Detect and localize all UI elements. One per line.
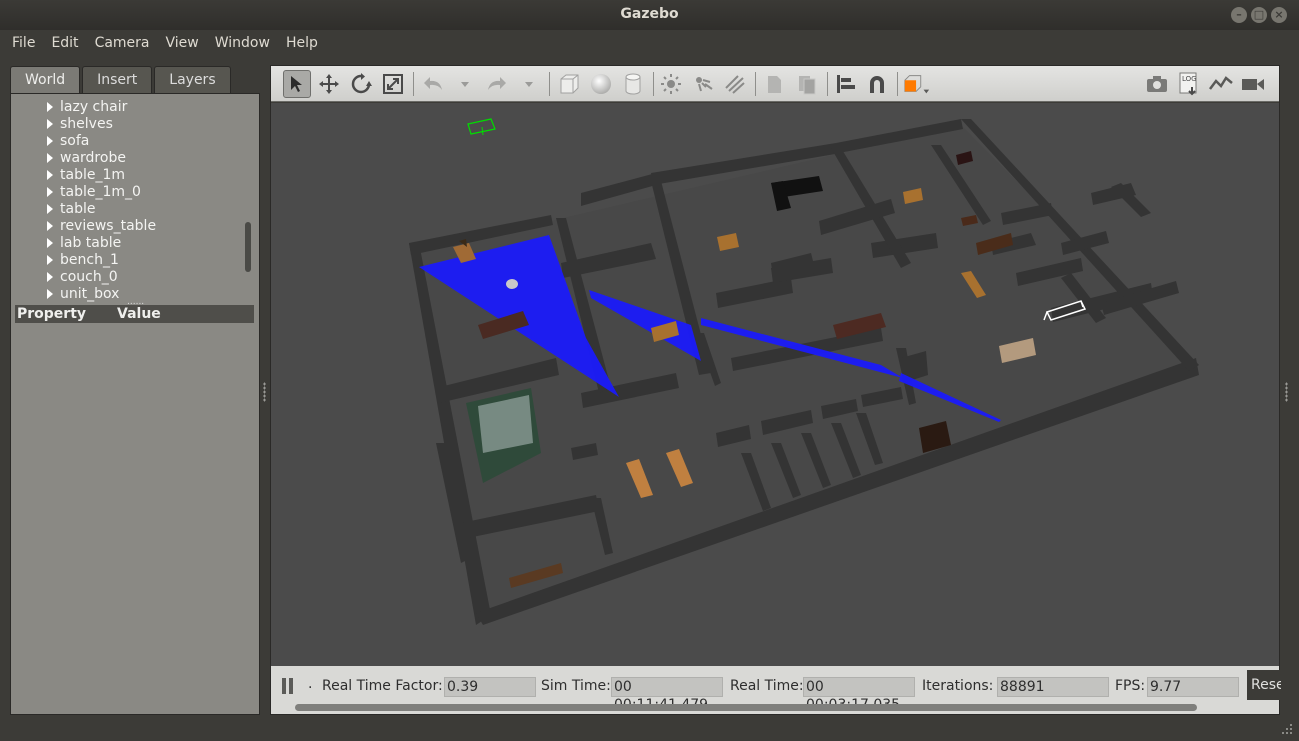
copy-icon[interactable] bbox=[761, 70, 789, 98]
directional-light-icon[interactable] bbox=[721, 70, 749, 98]
menu-help[interactable]: Help bbox=[278, 30, 326, 57]
fps-value: 9.77 bbox=[1147, 677, 1239, 697]
tree-item[interactable]: sofa bbox=[47, 132, 89, 149]
toolbar-separator bbox=[549, 72, 550, 96]
sim-time-value: 00 00:11:41.479 bbox=[611, 677, 723, 713]
title-bar: Gazebo – □ × bbox=[0, 0, 1299, 30]
menu-edit[interactable]: Edit bbox=[43, 30, 86, 57]
expand-arrow-icon[interactable] bbox=[47, 220, 53, 231]
redo-history-icon[interactable] bbox=[515, 70, 543, 98]
fps-label: FPS: bbox=[1115, 678, 1146, 694]
expand-arrow-icon[interactable] bbox=[47, 254, 53, 265]
magnet-icon[interactable] bbox=[863, 70, 891, 98]
video-icon[interactable] bbox=[1239, 70, 1267, 98]
toolbar-separator bbox=[755, 72, 756, 96]
tab-world[interactable]: World bbox=[10, 66, 81, 93]
spot-light-icon[interactable] bbox=[689, 70, 717, 98]
tree-item[interactable]: shelves bbox=[47, 115, 113, 132]
undo-history-icon[interactable] bbox=[451, 70, 479, 98]
box-icon[interactable] bbox=[555, 70, 583, 98]
window-title: Gazebo bbox=[620, 6, 679, 22]
paste-icon[interactable] bbox=[793, 70, 821, 98]
scene-panel: LOG . Real Time Factor: 0.39 Sim Time: 0… bbox=[270, 65, 1281, 715]
resize-grip-icon[interactable] bbox=[1281, 723, 1293, 735]
real-time-value: 00 00:03:17.035 bbox=[803, 677, 915, 713]
tree-item[interactable]: couch_0 bbox=[47, 268, 118, 285]
sphere-icon[interactable] bbox=[587, 70, 615, 98]
step-dot[interactable]: . bbox=[308, 676, 312, 692]
menu-view[interactable]: View bbox=[158, 30, 207, 57]
menu-file[interactable]: File bbox=[4, 30, 43, 57]
scale-icon[interactable] bbox=[379, 70, 407, 98]
tree-item[interactable]: reviews_table bbox=[47, 217, 156, 234]
real-time-label: Real Time: bbox=[730, 678, 804, 694]
status-bar: . Real Time Factor: 0.39 Sim Time: 00 00… bbox=[271, 666, 1281, 714]
tree-item[interactable]: table_1m bbox=[47, 166, 125, 183]
tab-layers[interactable]: Layers bbox=[154, 66, 231, 93]
menu-camera[interactable]: Camera bbox=[87, 30, 158, 57]
toolbar-separator bbox=[827, 72, 828, 96]
real-time-factor-value: 0.39 bbox=[444, 677, 536, 697]
left-tabs: World Insert Layers bbox=[10, 66, 233, 94]
menu-bar: File Edit Camera View Window Help bbox=[0, 30, 1299, 57]
expand-arrow-icon[interactable] bbox=[47, 118, 53, 129]
log-icon[interactable]: LOG bbox=[1175, 70, 1203, 98]
robot bbox=[506, 279, 518, 289]
cylinder-icon[interactable] bbox=[619, 70, 647, 98]
align-icon[interactable] bbox=[831, 70, 859, 98]
left-panel-splitter[interactable] bbox=[263, 382, 266, 402]
select-icon[interactable] bbox=[283, 70, 311, 98]
expand-arrow-icon[interactable] bbox=[47, 152, 53, 163]
expand-arrow-icon[interactable] bbox=[47, 101, 53, 112]
tree-scrollbar[interactable] bbox=[245, 222, 251, 272]
rotate-icon[interactable] bbox=[347, 70, 375, 98]
tree-item[interactable]: bench_1 bbox=[47, 251, 119, 268]
sim-time-label: Sim Time: bbox=[541, 678, 611, 694]
tree-item[interactable]: wardrobe bbox=[47, 149, 126, 166]
svg-text:LOG: LOG bbox=[1182, 75, 1197, 83]
screenshot-icon[interactable] bbox=[1143, 70, 1171, 98]
toolbar: LOG bbox=[271, 66, 1279, 102]
redo-icon[interactable] bbox=[483, 70, 511, 98]
point-light-icon[interactable] bbox=[657, 70, 685, 98]
property-header: Property Value bbox=[15, 305, 254, 323]
minimize-icon[interactable]: – bbox=[1231, 7, 1247, 23]
iterations-label: Iterations: bbox=[922, 678, 994, 694]
tree-item[interactable]: table_1m_0 bbox=[47, 183, 141, 200]
expand-arrow-icon[interactable] bbox=[47, 288, 53, 299]
status-scrollbar[interactable] bbox=[295, 704, 1197, 711]
scene-render[interactable] bbox=[271, 103, 1279, 666]
toolbar-separator bbox=[653, 72, 654, 96]
toolbar-separator bbox=[413, 72, 414, 96]
translate-icon[interactable] bbox=[315, 70, 343, 98]
expand-arrow-icon[interactable] bbox=[47, 237, 53, 248]
property-column-header: Property bbox=[17, 306, 87, 322]
expand-arrow-icon[interactable] bbox=[47, 169, 53, 180]
expand-arrow-icon[interactable] bbox=[47, 271, 53, 282]
expand-arrow-icon[interactable] bbox=[47, 135, 53, 146]
maximize-icon[interactable]: □ bbox=[1251, 7, 1267, 23]
menu-window[interactable]: Window bbox=[207, 30, 278, 57]
tree-item[interactable]: unit_box bbox=[47, 285, 119, 302]
close-icon[interactable]: × bbox=[1271, 7, 1287, 23]
plot-icon[interactable] bbox=[1207, 70, 1235, 98]
pause-icon[interactable] bbox=[281, 678, 295, 694]
real-time-factor-label: Real Time Factor: bbox=[322, 678, 443, 694]
tab-insert[interactable]: Insert bbox=[82, 66, 153, 93]
model-tree: lazy chair shelves sofa wardrobe table_1… bbox=[11, 94, 243, 302]
expand-arrow-icon[interactable] bbox=[47, 203, 53, 214]
scene-viewport[interactable] bbox=[271, 103, 1279, 666]
value-column-header: Value bbox=[117, 306, 161, 322]
toolbar-separator bbox=[897, 72, 898, 96]
undo-icon[interactable] bbox=[419, 70, 447, 98]
expand-arrow-icon[interactable] bbox=[47, 186, 53, 197]
iterations-value: 88891 bbox=[997, 677, 1109, 697]
world-panel: lazy chair shelves sofa wardrobe table_1… bbox=[10, 93, 260, 715]
view-angle-icon[interactable] bbox=[903, 70, 931, 98]
tree-item[interactable]: table bbox=[47, 200, 95, 217]
tree-item[interactable]: lazy chair bbox=[47, 98, 127, 115]
tree-item[interactable]: lab table bbox=[47, 234, 121, 251]
reset-button[interactable]: Reset bbox=[1247, 670, 1281, 700]
right-panel-splitter[interactable] bbox=[1285, 382, 1288, 402]
